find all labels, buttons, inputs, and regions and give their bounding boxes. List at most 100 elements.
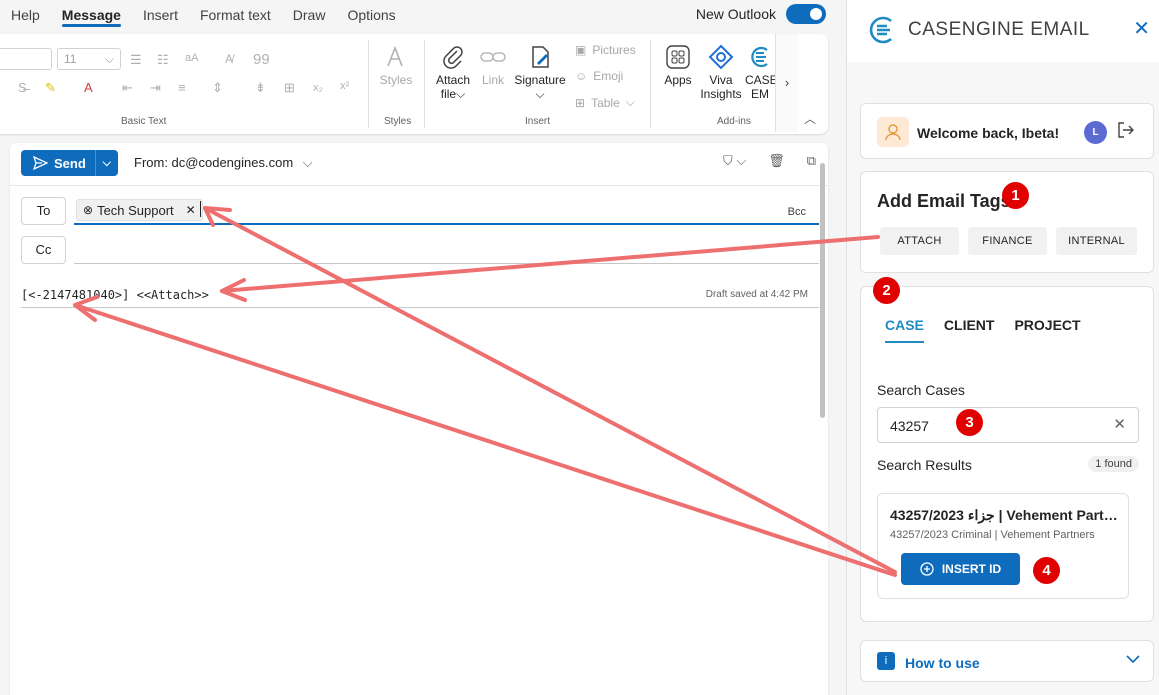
viva-insights-button[interactable]: Viva Insights xyxy=(698,44,744,101)
tab-client[interactable]: CLIENT xyxy=(944,317,995,343)
result-subtitle: 43257/2023 Criminal | Vehement Partners xyxy=(890,529,1095,541)
scrollbar[interactable] xyxy=(820,163,825,418)
outdent-icon[interactable]: ⇤ xyxy=(122,80,133,96)
how-to-use-card[interactable]: i How to use xyxy=(860,640,1154,682)
apps-button[interactable]: Apps xyxy=(660,44,696,87)
ribbon-overflow-button[interactable]: › xyxy=(775,34,798,132)
to-field-underline[interactable] xyxy=(74,223,819,225)
subject-field[interactable]: [<-2147481040>] <<Attach>> xyxy=(21,288,209,302)
align-icon[interactable]: ≡ xyxy=(178,80,186,95)
attach-file-button[interactable]: Attach file⌵ xyxy=(432,44,474,102)
cc-button[interactable]: Cc xyxy=(21,236,66,264)
new-outlook-label: New Outlook xyxy=(695,6,776,22)
chevron-down-icon: ⌵ xyxy=(102,156,111,169)
attach-label-2: file xyxy=(440,87,457,101)
popout-icon[interactable]: ⧉ xyxy=(807,153,816,169)
basic-text-group-label: Basic Text xyxy=(121,116,167,127)
picture-icon: ▣ xyxy=(575,43,587,57)
send-icon xyxy=(33,156,48,170)
styles-icon xyxy=(387,45,403,67)
search-label: Search Cases xyxy=(877,382,965,398)
tag-finance[interactable]: FINANCE xyxy=(968,227,1047,255)
chevron-down-icon: ⌵ xyxy=(456,87,466,101)
ribbon-divider xyxy=(650,40,651,128)
strikethrough-icon[interactable]: S̶ xyxy=(18,80,27,95)
signature-button[interactable]: Signature ⌵ xyxy=(514,44,566,102)
new-outlook-toggle-group: New Outlook xyxy=(696,4,826,24)
highlight-icon[interactable]: ✎ xyxy=(45,80,56,96)
paragraph-icon[interactable]: ⊞ xyxy=(284,80,295,96)
info-icon: i xyxy=(877,652,895,670)
send-button[interactable]: Send xyxy=(21,150,96,176)
search-card: CASE CLIENT PROJECT Search Cases 43257 ✕… xyxy=(860,286,1154,622)
tab-insert[interactable]: Insert xyxy=(132,0,189,30)
casengine-label: CASEI xyxy=(745,73,775,87)
font-color-icon[interactable]: A xyxy=(84,80,93,95)
sensitivity-icon[interactable]: ⛉ ⌵ xyxy=(723,153,746,169)
annotation-badge-1: 1 xyxy=(1002,182,1029,209)
casengine-logo-icon xyxy=(751,46,768,68)
tab-format-text[interactable]: Format text xyxy=(189,0,282,30)
superscript-icon[interactable]: x² xyxy=(340,80,349,92)
font-family-select[interactable] xyxy=(0,48,52,70)
tag-internal[interactable]: INTERNAL xyxy=(1056,227,1137,255)
pictures-button[interactable]: ▣ Pictures xyxy=(575,43,636,57)
quote-icon[interactable]: 99 xyxy=(253,51,270,68)
chevron-down-icon: ⌵ xyxy=(625,95,635,109)
tab-case[interactable]: CASE xyxy=(885,317,924,343)
close-icon[interactable]: ✕ xyxy=(1133,16,1150,41)
tag-attach[interactable]: ATTACH xyxy=(880,227,959,255)
welcome-text: Welcome back, Ibeta! xyxy=(917,125,1060,141)
numbering-icon[interactable]: ☷ xyxy=(157,52,169,68)
new-outlook-toggle[interactable] xyxy=(786,4,826,24)
header-divider xyxy=(10,185,828,186)
emoji-button[interactable]: ☺ Emoji xyxy=(575,69,623,83)
result-title: 43257/2023 جزاء | Vehement Partners xyxy=(890,507,1122,523)
chevron-right-icon: › xyxy=(784,75,790,90)
line-spacing-icon[interactable]: ⇕ xyxy=(212,80,223,96)
clear-format-icon[interactable]: A̸ xyxy=(225,52,233,66)
bullets-icon[interactable]: ☰ xyxy=(130,52,142,68)
insert-id-label: INSERT ID xyxy=(941,562,1002,576)
paragraph-spacing-icon[interactable]: ⇟ xyxy=(255,80,266,96)
tab-message[interactable]: Message xyxy=(51,0,132,30)
pictures-label: Pictures xyxy=(592,43,636,57)
cc-field-underline[interactable] xyxy=(74,263,819,264)
tab-help[interactable]: Help xyxy=(0,0,51,30)
avatar[interactable]: L xyxy=(1084,121,1107,144)
styles-label: Styles xyxy=(379,73,413,87)
font-size-value: 11 xyxy=(64,52,77,66)
remove-recipient-icon[interactable]: ✕ xyxy=(186,203,196,217)
to-button[interactable]: To xyxy=(21,197,66,225)
casengine-panel: CASENGINE EMAIL ✕ Welcome back, Ibeta! L… xyxy=(846,0,1159,695)
viva-insights-icon xyxy=(708,44,734,70)
casengine-logo-icon xyxy=(869,16,892,44)
tab-project[interactable]: PROJECT xyxy=(1014,317,1080,343)
delete-icon[interactable]: 🗑 xyxy=(768,153,785,169)
send-label: Send xyxy=(54,155,86,171)
subscript-icon[interactable]: x₂ xyxy=(313,82,323,94)
from-selector[interactable]: From: dc@codengines.com ⌵ xyxy=(134,155,313,171)
font-size-grow-icon[interactable]: aA xyxy=(185,52,198,64)
insert-id-button[interactable]: INSERT ID xyxy=(901,553,1020,585)
link-button[interactable]: Link xyxy=(478,44,508,87)
send-options-dropdown[interactable]: ⌵ xyxy=(96,157,118,170)
casengine-addin-button[interactable]: CASEI EM xyxy=(745,44,775,101)
tab-options[interactable]: Options xyxy=(336,0,406,30)
casengine-label-2: EM xyxy=(751,87,769,101)
result-item: 43257/2023 جزاء | Vehement Partners 4325… xyxy=(877,493,1129,599)
indent-icon[interactable]: ⇥ xyxy=(150,80,161,96)
clear-icon[interactable]: ✕ xyxy=(1113,415,1126,433)
table-button[interactable]: ⊞ Table ⌵ xyxy=(575,95,635,110)
collapse-ribbon-icon[interactable]: ︿ xyxy=(804,110,816,127)
bcc-link[interactable]: Bcc xyxy=(788,206,806,218)
font-size-select[interactable]: 11 ⌵ xyxy=(57,48,121,70)
recipient-chip[interactable]: ⊗ Tech Support ✕ xyxy=(76,199,203,221)
tab-draw[interactable]: Draw xyxy=(282,0,337,30)
styles-button[interactable]: Styles xyxy=(378,44,414,87)
logout-icon[interactable] xyxy=(1117,121,1135,142)
from-label: From: dc@codengines.com xyxy=(134,155,294,170)
chevron-down-icon: ⌵ xyxy=(302,155,313,170)
panel-header: CASENGINE EMAIL ✕ xyxy=(847,0,1159,62)
search-input[interactable]: 43257 ✕ xyxy=(877,407,1139,443)
